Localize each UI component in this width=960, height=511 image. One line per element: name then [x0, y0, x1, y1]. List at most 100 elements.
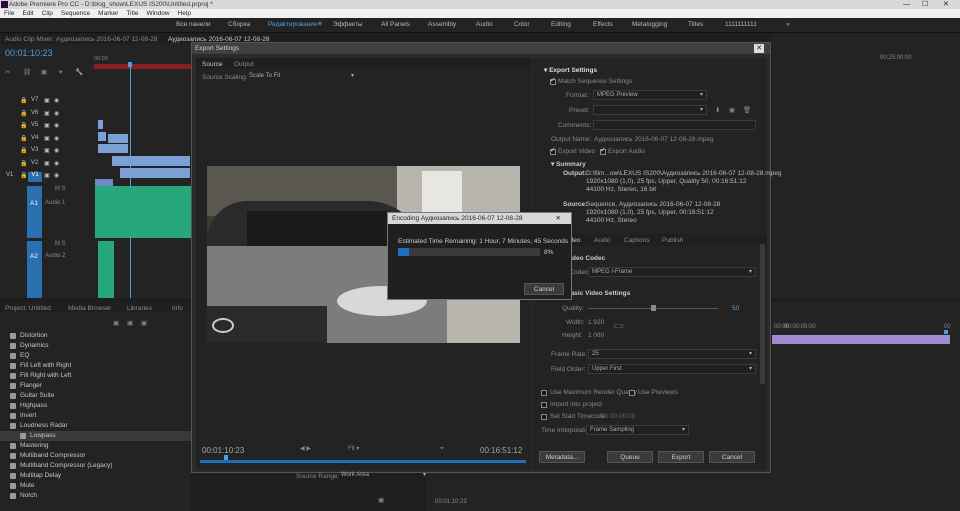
format-select[interactable]: MPEG Preview ▾ — [593, 90, 707, 100]
lock-icon[interactable]: 🔒 — [20, 110, 27, 117]
playhead[interactable] — [944, 330, 948, 334]
encoding-close-button[interactable]: ✕ — [556, 213, 561, 224]
marker-icon[interactable]: ▣ — [41, 68, 47, 76]
video-clip[interactable] — [98, 132, 106, 141]
panel-tab[interactable]: Audio Clip Mixer: Аудиозапись 2016-06-07… — [5, 36, 157, 43]
work-area-bar[interactable] — [772, 335, 950, 344]
workspace-tab[interactable]: All Panels — [381, 21, 410, 28]
cancel-button[interactable]: Cancel — [709, 451, 755, 463]
eye-icon[interactable]: ◉ — [54, 147, 59, 154]
video-clip[interactable] — [98, 144, 128, 153]
save-preset-icon[interactable]: ⬇ — [715, 106, 720, 114]
tab-publish[interactable]: Publish — [662, 237, 683, 244]
video-clip[interactable] — [98, 120, 103, 129]
summary-header[interactable]: ▾ Summary — [551, 160, 586, 168]
sync-icon[interactable]: ▣ — [44, 97, 50, 104]
effect-item[interactable]: Mute — [10, 481, 34, 491]
menu-title[interactable]: Title — [126, 10, 138, 17]
audio-clip[interactable] — [98, 241, 114, 298]
sync-icon[interactable]: ▣ — [44, 110, 50, 117]
workspace-tab-active[interactable]: Редактирование — [268, 21, 318, 28]
add-marker-icon[interactable]: ▾ — [59, 68, 62, 76]
encoding-cancel-button[interactable]: Cancel — [524, 283, 564, 295]
use-previews-checkbox[interactable] — [629, 390, 635, 396]
effect-item[interactable]: Invert — [10, 411, 36, 421]
panel-tab[interactable]: Media Browser — [68, 305, 111, 312]
frame-rate-select[interactable]: 25 ▾ — [588, 349, 756, 359]
audio-clip[interactable] — [95, 186, 191, 238]
quality-value[interactable]: 50 — [732, 305, 739, 312]
height-value[interactable]: 1 080 — [588, 332, 604, 339]
effect-item[interactable]: Multiband Compressor (Legacy) — [10, 461, 112, 471]
panel-tab[interactable]: Project: Untitled — [5, 305, 51, 312]
wrench-icon[interactable]: 🔧 — [75, 68, 83, 76]
timeline-timecode[interactable]: 00:01:10:23 — [5, 48, 53, 58]
output-name-link[interactable]: Аудиозапись 2016-06-07 12-08-28.mpeg — [594, 136, 714, 143]
menu-window[interactable]: Window — [146, 10, 169, 17]
menu-clip[interactable]: Clip — [42, 10, 53, 17]
workspace-tab[interactable]: Audio — [476, 21, 493, 28]
max-render-quality-checkbox[interactable] — [541, 390, 547, 396]
mute-solo-icons[interactable]: M S — [55, 186, 66, 192]
sync-icon[interactable]: ▣ — [44, 160, 50, 167]
snap-icon[interactable]: ✂ — [5, 68, 10, 76]
eye-icon[interactable]: ◉ — [54, 135, 59, 142]
panel-tab[interactable]: Info — [172, 305, 183, 312]
sync-icon[interactable]: ▣ — [44, 147, 50, 154]
basic-video-header[interactable]: Basic Video Settings — [566, 290, 630, 297]
import-into-project-checkbox[interactable] — [541, 402, 547, 408]
effect-item[interactable]: Multitap Delay — [10, 471, 61, 481]
effect-item[interactable]: Highpass — [10, 401, 47, 411]
effect-item[interactable]: Multiband Compressor — [10, 451, 85, 461]
tab-output[interactable]: Output — [234, 61, 254, 68]
lock-icon[interactable]: 🔒 — [20, 147, 27, 154]
link-dimensions-icon[interactable]: ⊂⊃ — [613, 322, 624, 330]
workspace-menu-icon[interactable]: ≡ — [318, 21, 322, 28]
lock-icon[interactable]: 🔒 — [20, 135, 27, 142]
maximize-button[interactable]: ☐ — [922, 0, 928, 9]
audio-patch-a1[interactable] — [27, 186, 42, 238]
close-window-button[interactable]: ✕ — [943, 0, 949, 9]
export-button[interactable]: Export — [658, 451, 704, 463]
effect-item[interactable]: Loudness Radar — [10, 421, 68, 431]
workspace-tab[interactable]: Metalogging — [632, 21, 667, 28]
set-start-timecode-checkbox[interactable] — [541, 414, 547, 420]
preset-select[interactable]: ▾ — [593, 105, 707, 115]
32bit-effects-icon[interactable]: ▣ — [127, 319, 133, 327]
time-interpolation-select[interactable]: Frame Sampling ▾ — [586, 425, 689, 435]
tab-source[interactable]: Source — [202, 61, 223, 68]
mute-solo-icons[interactable]: M S — [55, 241, 66, 247]
effect-item[interactable]: Flanger — [10, 381, 42, 391]
export-audio-checkbox[interactable] — [600, 146, 606, 155]
match-sequence-checkbox[interactable] — [550, 76, 556, 85]
import-preset-icon[interactable]: ▣ — [729, 106, 735, 114]
effect-item-selected[interactable]: Lowpass — [0, 431, 191, 441]
lock-icon[interactable]: 🔒 — [20, 97, 27, 104]
eye-icon[interactable]: ◉ — [54, 172, 59, 179]
minimize-button[interactable]: — — [903, 0, 910, 9]
lock-icon[interactable]: 🔒 — [20, 172, 27, 179]
eye-icon[interactable]: ◉ — [54, 160, 59, 167]
effect-item[interactable]: Fill Right with Left — [10, 371, 71, 381]
sync-icon[interactable]: ▣ — [44, 172, 50, 179]
effect-item[interactable]: EQ — [10, 351, 29, 361]
lock-icon[interactable]: 🔒 — [20, 122, 27, 129]
quality-slider-thumb[interactable] — [651, 305, 656, 311]
tab-captions[interactable]: Captions — [624, 237, 650, 244]
sync-icon[interactable]: ▣ — [44, 135, 50, 142]
workspace-tab[interactable]: 1111111111 — [725, 21, 757, 28]
fit-select[interactable]: Fit ▾ — [348, 445, 359, 452]
source-range-select[interactable]: Work Area ▾ — [338, 471, 430, 481]
video-codec-select[interactable]: MPEG I-Frame ▾ — [588, 267, 756, 277]
workspace-tab[interactable]: Color — [514, 21, 530, 28]
source-timeline-bar[interactable] — [200, 460, 526, 463]
source-patch-label[interactable]: V1 — [6, 172, 13, 178]
video-clip[interactable] — [108, 134, 128, 143]
track-label[interactable]: V1 — [28, 172, 42, 182]
yuv-effects-icon[interactable]: ▣ — [141, 319, 147, 327]
effect-item[interactable]: Fill Left with Right — [10, 361, 71, 371]
field-order-select[interactable]: Upper First ▾ — [588, 364, 756, 374]
workspace-tab[interactable]: Assembly — [428, 21, 456, 28]
panel-tab[interactable]: Libraries — [127, 305, 152, 312]
link-icon[interactable]: ⛓ — [23, 68, 31, 76]
